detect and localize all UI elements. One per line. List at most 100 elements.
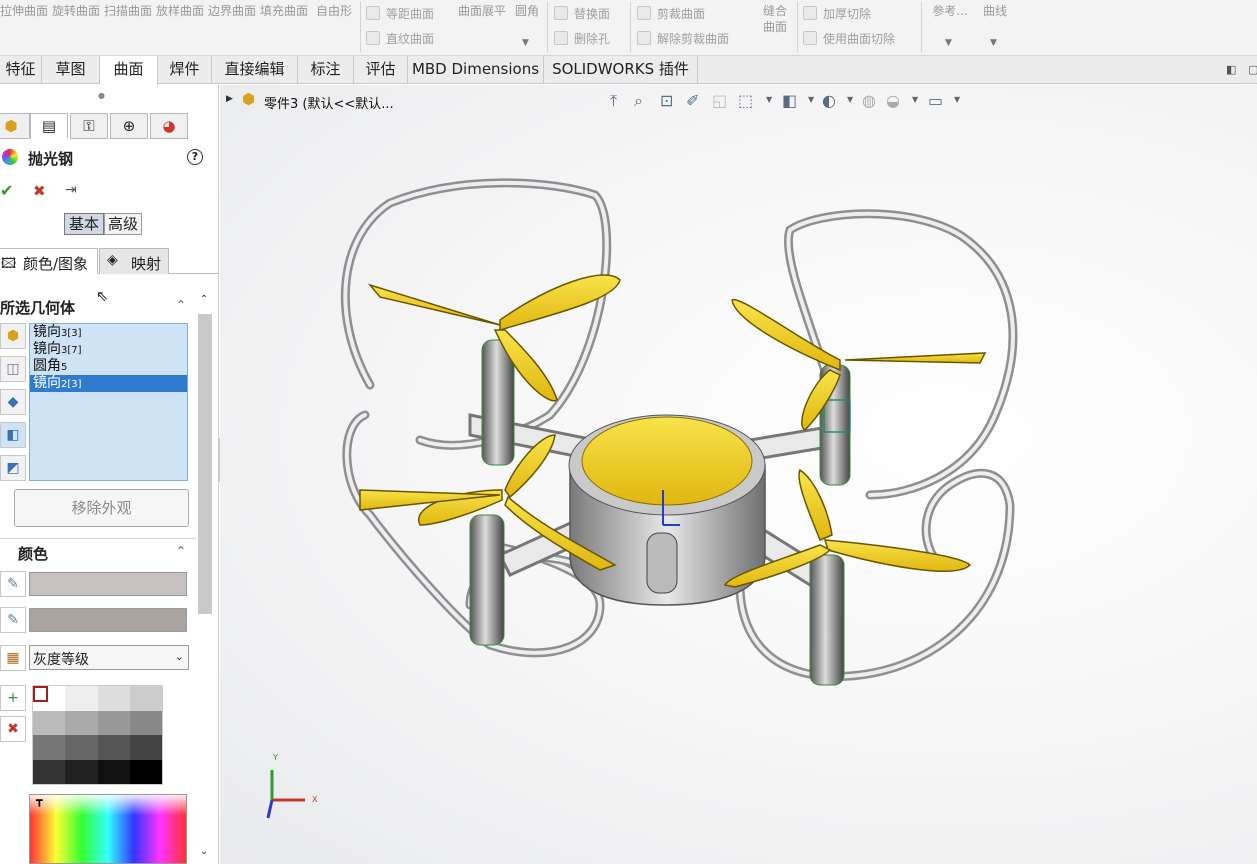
gray-swatch[interactable] — [97, 710, 130, 735]
sweep-surface-button[interactable]: 扫描曲面 — [104, 3, 152, 19]
scroll-thumb[interactable] — [198, 314, 212, 614]
panel-grip-icon[interactable]: ● — [98, 91, 105, 100]
replace-face-button[interactable]: 替换面 — [554, 6, 610, 22]
gray-swatch[interactable] — [97, 759, 130, 784]
basic-mode-button[interactable]: 基本 — [64, 213, 104, 235]
gray-swatch[interactable] — [33, 710, 66, 735]
gray-swatch[interactable] — [97, 686, 130, 711]
thicken-cut-button[interactable]: 加厚切除 — [803, 6, 871, 22]
remove-appearance-button[interactable]: 移除外观 — [14, 489, 189, 527]
reference-geometry-button[interactable]: 参考... — [928, 3, 972, 19]
panel-title: 抛光钢 — [28, 150, 74, 168]
list-item[interactable]: 圆角5 — [30, 358, 187, 375]
ribbon-options-icon[interactable]: ▢ — [1248, 63, 1257, 76]
replace-face-icon — [554, 6, 568, 20]
gray-swatch[interactable] — [65, 759, 98, 784]
ok-icon[interactable]: ✔ — [0, 181, 13, 200]
offset-surface-button[interactable]: 等距曲面 — [366, 6, 434, 22]
select-body-icon[interactable]: ◫ — [0, 356, 26, 382]
tab-solidworks-addins[interactable]: SOLIDWORKS 插件 — [544, 56, 698, 84]
scroll-down-icon[interactable]: ⌄ — [200, 846, 208, 857]
select-surface-icon[interactable]: ◩ — [0, 455, 26, 481]
reference-dropdown-icon[interactable]: ▼ — [945, 38, 952, 48]
list-item-selected[interactable]: 镜向2[3] — [30, 375, 187, 392]
flatten-surface-button[interactable]: 曲面展平 — [458, 3, 506, 19]
fillet-dropdown-icon[interactable]: ▼ — [522, 38, 529, 48]
tab-color-image[interactable]: 🖾 颜色/图象 — [0, 248, 98, 274]
geometry-collapse-icon[interactable]: ⌃ — [176, 298, 186, 312]
pin-icon[interactable]: ⇥ — [65, 182, 77, 198]
gray-swatch[interactable] — [129, 735, 162, 760]
color-spectrum-picker[interactable] — [29, 794, 187, 864]
gray-swatch[interactable] — [129, 710, 162, 735]
list-item[interactable]: 镜向3[3] — [30, 324, 187, 341]
graphics-viewport[interactable]: ▶ ⬢ 零件3 (默认<<默认... ⤒ ⌕ ⊡ ✐ ◱ ⬚ ▼ ◧ ▼ ◐ ▼… — [220, 85, 1257, 864]
gray-swatch[interactable] — [129, 686, 162, 711]
tab-evaluate[interactable]: 评估 — [354, 56, 408, 84]
selected-geometry-list[interactable]: 镜向3[3] 镜向3[7] 圆角5 镜向2[3] — [29, 323, 188, 481]
tab-weldments[interactable]: 焊件 — [158, 56, 212, 84]
trim-surface-button[interactable]: 剪裁曲面 — [637, 6, 705, 22]
gray-swatch[interactable] — [65, 686, 98, 711]
tab-features[interactable]: 特征 — [0, 56, 42, 84]
gray-swatch[interactable] — [33, 759, 66, 784]
delete-swatch-icon[interactable]: ✖ — [0, 716, 26, 742]
tab-feature-manager[interactable]: ⬢ — [0, 113, 30, 139]
gray-swatch[interactable] — [65, 735, 98, 760]
eyedropper-secondary-icon[interactable]: ✎ — [0, 607, 26, 633]
gray-swatch[interactable] — [97, 735, 130, 760]
advanced-mode-button[interactable]: 高级 — [104, 213, 142, 235]
tab-configuration-manager[interactable]: ⚿ — [70, 113, 108, 139]
drone-model-canvas[interactable] — [220, 85, 1257, 864]
fillet-button[interactable]: 圆角 — [510, 3, 544, 19]
knit-surface-button[interactable]: 缝合曲面 — [758, 3, 792, 35]
ruled-surface-label: 直纹曲面 — [386, 32, 435, 46]
tab-display-manager[interactable]: ◕ — [150, 113, 188, 139]
gray-swatch[interactable] — [65, 710, 98, 735]
primary-color-swatch[interactable] — [29, 572, 187, 596]
thicken-cut-label: 加厚切除 — [823, 7, 872, 21]
scroll-up-icon[interactable]: ⌃ — [200, 294, 208, 305]
fill-surface-button[interactable]: 填充曲面 — [260, 3, 308, 19]
gray-swatch[interactable] — [33, 735, 66, 760]
list-item[interactable]: 镜向3[7] — [30, 341, 187, 358]
tab-sketch[interactable]: 草图 — [42, 56, 100, 84]
axis-triad — [266, 770, 305, 819]
tab-mbd-dimensions[interactable]: MBD Dimensions — [408, 56, 544, 84]
color-collapse-icon[interactable]: ⌃ — [176, 544, 186, 558]
cancel-icon[interactable]: ✖ — [33, 182, 46, 200]
command-ribbon: 拉伸曲面 旋转曲面 扫描曲面 放样曲面 边界曲面 填充曲面 自由形 等距曲面 直… — [0, 0, 1257, 56]
list-item-name: 镜向 — [33, 324, 61, 340]
eyedropper-icon[interactable]: ✎ — [0, 571, 26, 597]
freeform-button[interactable]: 自由形 — [312, 3, 356, 19]
mouse-cursor-icon: ⇖ — [96, 287, 109, 305]
extrude-surface-button[interactable]: 拉伸曲面 — [0, 3, 48, 19]
loft-surface-button[interactable]: 放样曲面 — [156, 3, 204, 19]
surface-cut-button[interactable]: 使用曲面切除 — [803, 31, 895, 47]
panel-toggle-icon[interactable]: ◧ — [1226, 63, 1236, 76]
select-feature-icon[interactable]: ◧ — [0, 422, 26, 448]
help-icon[interactable]: ? — [187, 149, 203, 165]
curves-button[interactable]: 曲线 — [978, 3, 1012, 19]
revolve-surface-button[interactable]: 旋转曲面 — [52, 3, 100, 19]
secondary-color-swatch[interactable] — [29, 608, 187, 632]
tab-dimxpert-manager[interactable]: ⊕ — [110, 113, 148, 139]
delete-hole-button[interactable]: 删除孔 — [554, 31, 610, 47]
select-face-icon[interactable]: ◆ — [0, 389, 26, 415]
tab-property-manager[interactable]: ▤ — [30, 113, 68, 139]
tab-surfaces[interactable]: 曲面 — [100, 56, 158, 85]
grayscale-swatch-grid[interactable] — [32, 685, 163, 785]
untrim-surface-button[interactable]: 解除剪裁曲面 — [637, 31, 729, 47]
panel-scrollbar[interactable]: ⌃ ⌄ — [196, 294, 214, 864]
swatch-type-select[interactable]: 灰度等级 ⌄ — [29, 645, 189, 670]
tab-annotation[interactable]: 标注 — [298, 56, 354, 84]
gray-swatch[interactable] — [129, 759, 162, 784]
add-swatch-icon[interactable]: + — [0, 685, 26, 711]
select-part-icon[interactable]: ⬢ — [0, 323, 26, 349]
tab-direct-editing[interactable]: 直接编辑 — [212, 56, 298, 84]
untrim-surface-icon — [637, 31, 651, 45]
curves-dropdown-icon[interactable]: ▼ — [990, 38, 997, 48]
tab-mapping[interactable]: ◈ 映射 — [99, 248, 169, 274]
ruled-surface-button[interactable]: 直纹曲面 — [366, 31, 434, 47]
boundary-surface-button[interactable]: 边界曲面 — [208, 3, 256, 19]
